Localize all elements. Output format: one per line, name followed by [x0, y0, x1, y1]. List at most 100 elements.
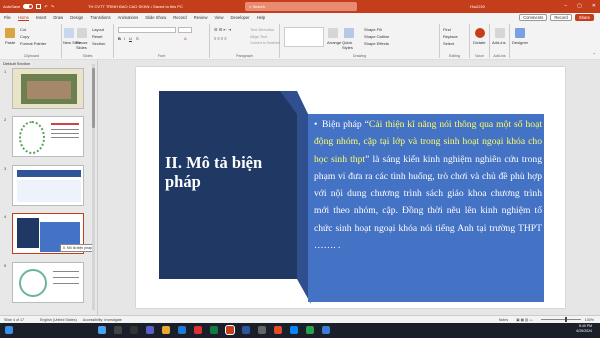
zalo-icon[interactable] — [290, 326, 298, 334]
addins-button[interactable]: Add-ins — [492, 40, 506, 45]
slide-number: 2 — [4, 117, 7, 122]
search-box[interactable]: ⌕ Search — [245, 2, 357, 11]
tab-file[interactable]: File — [4, 15, 11, 20]
text-direction-button[interactable]: Text Direction — [250, 27, 274, 32]
record-button[interactable]: Record — [550, 14, 572, 21]
tab-animations[interactable]: Animations — [118, 15, 139, 20]
edge-icon[interactable] — [178, 326, 186, 334]
reset-button[interactable]: Reset — [92, 34, 102, 39]
quick-styles-icon[interactable] — [344, 28, 354, 38]
tab-record[interactable]: Record — [173, 15, 187, 20]
cut-button[interactable]: Cut — [20, 27, 26, 32]
task-view-icon[interactable] — [130, 326, 138, 334]
tab-slide-show[interactable]: Slide Show — [145, 15, 166, 20]
user-name[interactable]: Hiu2220 — [470, 4, 485, 9]
font-label: Font — [157, 54, 166, 58]
view-icons[interactable]: ▣ ▦ ▥ ▭ — [516, 318, 533, 322]
align-icon[interactable]: ≡ ≡ ≡ ≡ — [214, 36, 227, 41]
bullets-icon[interactable]: ☰ ☰ ⇤ ⇥ — [214, 27, 231, 32]
weather-icon[interactable] — [5, 326, 13, 334]
tab-design[interactable]: Design — [70, 15, 83, 20]
section-button[interactable]: Section — [92, 41, 105, 46]
share-button[interactable]: Share — [574, 14, 594, 21]
slide-thumbnail-2[interactable] — [12, 116, 84, 157]
shape-fill-button[interactable]: Shape Fill — [364, 27, 382, 32]
app-icon[interactable] — [258, 326, 266, 334]
shape-outline-button[interactable]: Shape Outline — [364, 34, 389, 39]
convert-smartart-button[interactable]: Convert to SmartArt — [250, 41, 280, 45]
paste-button[interactable]: Paste — [5, 40, 15, 45]
comments-button[interactable]: Comments — [519, 14, 548, 21]
font-family-select[interactable] — [118, 27, 176, 33]
system-tray[interactable]: 5:40 PM 6/29/2024 — [576, 324, 592, 334]
dictate-button[interactable]: Dictate — [473, 40, 485, 45]
word-icon[interactable] — [242, 326, 250, 334]
app-icon-3[interactable] — [306, 326, 314, 334]
font-color-icon[interactable]: A — [184, 36, 187, 41]
zoom-slider[interactable] — [540, 317, 581, 322]
autosave-toggle[interactable] — [23, 4, 34, 9]
shape-effects-button[interactable]: Shape Effects — [364, 41, 389, 46]
addins-icon[interactable] — [495, 28, 505, 38]
microphone-icon[interactable] — [475, 28, 485, 38]
app-icon-4[interactable] — [322, 326, 330, 334]
tab-insert[interactable]: Insert — [36, 15, 46, 20]
select-button[interactable]: Select — [443, 41, 454, 46]
tab-help[interactable]: Help — [257, 15, 266, 20]
language-status[interactable]: English (United States) — [40, 318, 77, 322]
tab-review[interactable]: Review — [194, 15, 208, 20]
tab-draw[interactable]: Draw — [53, 15, 63, 20]
bold-icon[interactable]: B — [118, 36, 121, 41]
paste-icon[interactable] — [5, 28, 15, 38]
align-text-button[interactable]: Align Text — [250, 34, 267, 39]
excel-icon[interactable] — [210, 326, 218, 334]
close-icon[interactable]: ✕ — [592, 3, 596, 9]
save-icon[interactable] — [36, 4, 42, 9]
powerpoint-icon[interactable] — [225, 325, 235, 335]
format-painter-button[interactable]: Format Painter — [20, 41, 46, 46]
app-icon-2[interactable] — [274, 326, 282, 334]
undo-icon[interactable]: ↶ — [44, 4, 47, 9]
file-explorer-icon[interactable] — [162, 326, 170, 334]
italic-icon[interactable]: I — [124, 36, 125, 41]
chrome-icon[interactable] — [194, 326, 202, 334]
slide-thumbnail-5[interactable] — [12, 262, 84, 303]
arrange-button[interactable]: Arrange — [327, 40, 341, 45]
tab-developer[interactable]: Developer — [230, 15, 249, 20]
shapes-gallery[interactable] — [284, 27, 324, 47]
new-slide-icon[interactable] — [64, 28, 74, 38]
search-taskbar-icon[interactable] — [114, 326, 122, 334]
designer-button[interactable]: Designer — [512, 40, 528, 45]
slide-thumbnail-3[interactable] — [12, 165, 84, 206]
copy-button[interactable]: Copy — [20, 34, 29, 39]
underline-icon[interactable]: U — [129, 36, 132, 41]
voice-label: Voice — [475, 54, 484, 58]
section-title[interactable]: Default Section — [3, 61, 30, 66]
windows-start-icon[interactable] — [98, 326, 106, 334]
designer-icon[interactable] — [515, 28, 525, 38]
teams-icon[interactable] — [146, 326, 154, 334]
slide-body-text[interactable]: • Biện pháp “Cải thiện kĩ năng nói thông … — [314, 116, 542, 254]
redo-icon[interactable]: ↷ — [51, 4, 54, 9]
shadow-icon[interactable]: S — [136, 36, 139, 41]
zoom-level[interactable]: 100% — [585, 318, 594, 322]
accessibility-status[interactable]: Accessibility: Investigate — [83, 318, 122, 322]
quick-styles-button[interactable]: Quick Styles — [342, 40, 358, 50]
reuse-slides-icon[interactable] — [77, 28, 87, 38]
slide-title[interactable]: II. Mô tả biện pháp — [165, 153, 290, 191]
minimize-icon[interactable]: – — [564, 3, 567, 9]
maximize-icon[interactable]: ▢ — [577, 3, 582, 9]
tab-home[interactable]: Home — [17, 15, 29, 21]
slide-thumbnail-1[interactable] — [12, 68, 84, 109]
collapse-ribbon-icon[interactable]: ⌃ — [593, 52, 596, 57]
arrange-icon[interactable] — [328, 28, 338, 38]
replace-button[interactable]: Replace — [443, 34, 458, 39]
font-size-select[interactable] — [178, 27, 192, 33]
tab-view[interactable]: View — [214, 15, 223, 20]
reuse-slides-button[interactable]: Reuse Slides — [76, 40, 90, 50]
notes-button[interactable]: Notes — [499, 318, 508, 322]
layout-button[interactable]: Layout — [92, 27, 104, 32]
tab-transitions[interactable]: Transitions — [90, 15, 110, 20]
thumbnail-scrollbar[interactable] — [92, 64, 95, 310]
find-button[interactable]: Find — [443, 27, 451, 32]
